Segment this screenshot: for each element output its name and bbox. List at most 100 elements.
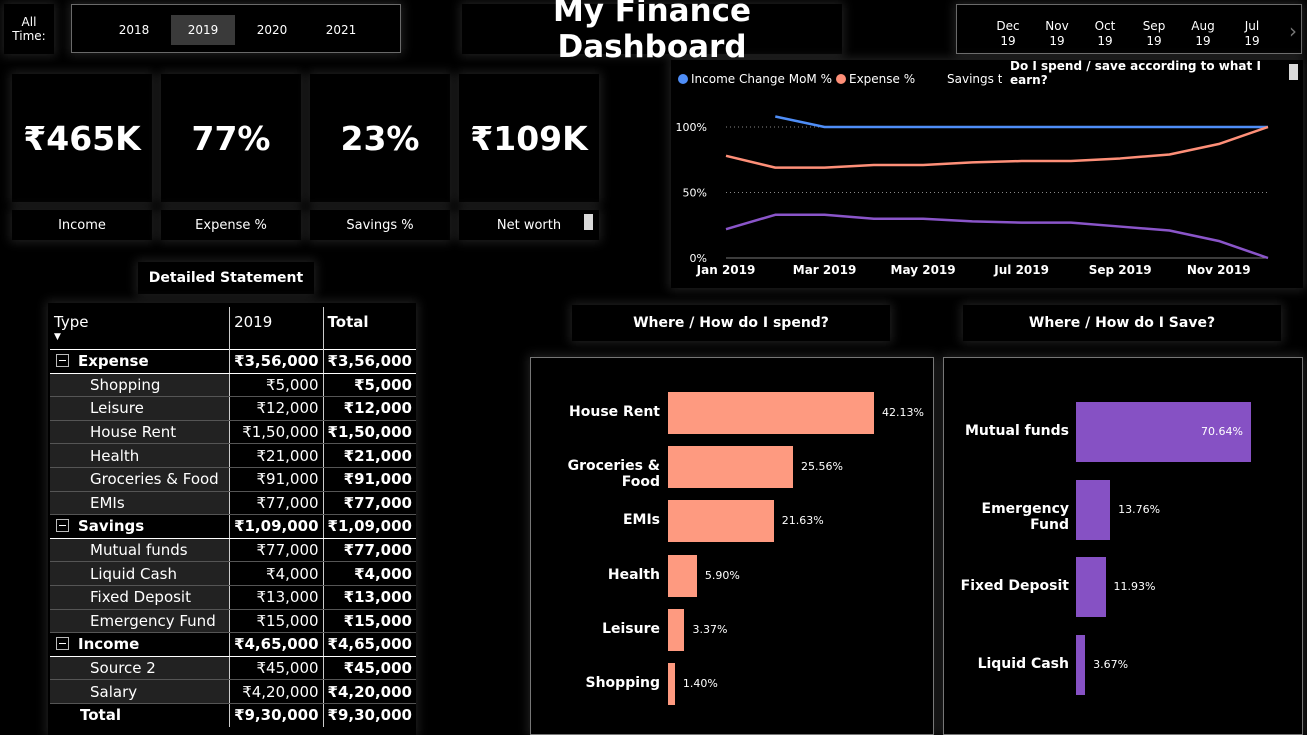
month-button[interactable]: Aug 19: [1183, 19, 1223, 49]
bar-category-label: Leisure: [602, 620, 660, 637]
month-button[interactable]: Dec 19: [988, 19, 1028, 49]
x-tick-label: May 2019: [891, 263, 956, 277]
kpi-label-text: Expense %: [195, 217, 267, 233]
group-row[interactable]: Savings ₹1,09,000 ₹1,09,000: [50, 514, 416, 539]
row-label: Fixed Deposit: [90, 588, 191, 607]
header-label: Total: [327, 313, 369, 331]
row-label: Total: [80, 706, 121, 725]
table-row[interactable]: Groceries & Food ₹91,000 ₹91,000: [50, 467, 416, 492]
bar-value-label: 1.40%: [682, 677, 718, 690]
bar[interactable]: [668, 446, 793, 489]
bar[interactable]: [668, 663, 675, 705]
bar[interactable]: [668, 608, 685, 651]
month-year: 19: [1097, 34, 1113, 48]
cell-2019: ₹13,000: [229, 585, 324, 610]
year-button-2020[interactable]: 2020: [240, 15, 304, 45]
year-button-2019[interactable]: 2019: [171, 15, 235, 45]
bar-value-label: 11.93%: [1113, 580, 1156, 594]
table-row[interactable]: Health ₹21,000 ₹21,000: [50, 443, 416, 468]
save-bar-chart: Mutual funds 70.64% Emergency Fund 13.76% Fi…: [943, 357, 1303, 735]
kpi-value: ₹465K: [23, 118, 141, 158]
year-label: 2018: [118, 23, 150, 37]
bar[interactable]: [1076, 557, 1106, 618]
bar[interactable]: [668, 392, 874, 434]
row-type-cell: Mutual funds: [50, 538, 230, 563]
table-row[interactable]: Leisure ₹12,000 ₹12,000: [50, 396, 416, 421]
cell-total: ₹9,30,000: [323, 702, 416, 727]
cell-2019: ₹4,65,000: [229, 632, 324, 657]
total-row[interactable]: Total ₹9,30,000 ₹9,30,000: [50, 702, 416, 727]
kpi-value: 77%: [191, 118, 271, 158]
cell-total: ₹21,000: [323, 443, 416, 468]
cell-total: ₹77,000: [323, 491, 416, 516]
month-button[interactable]: Sep 19: [1134, 19, 1174, 49]
column-header-2019[interactable]: 2019: [229, 307, 324, 350]
row-label: Income: [78, 635, 140, 654]
row-type-cell: House Rent: [50, 420, 230, 445]
bar-category-label: Mutual funds: [964, 423, 1069, 439]
bar[interactable]: [668, 554, 697, 597]
statement-title-text: Detailed Statement: [148, 270, 304, 286]
year-button-2021[interactable]: 2021: [309, 15, 373, 45]
month-button[interactable]: Oct 19: [1085, 19, 1125, 49]
x-tick-label: Jan 2019: [696, 263, 756, 277]
scrollbar-thumb[interactable]: [1289, 64, 1298, 80]
table-row[interactable]: Liquid Cash ₹4,000 ₹4,000: [50, 561, 416, 586]
row-type-cell: Savings: [50, 514, 230, 539]
table-row[interactable]: Emergency Fund ₹15,000 ₹15,000: [50, 609, 416, 634]
year-label: 2021: [325, 23, 357, 37]
cell-2019: ₹5,000: [229, 373, 324, 398]
bar[interactable]: [1076, 479, 1111, 540]
collapse-icon[interactable]: [56, 354, 69, 368]
group-row[interactable]: Income ₹4,65,000 ₹4,65,000: [50, 632, 416, 657]
kpi-expense-label: Expense %: [161, 210, 301, 240]
table-row[interactable]: Source 2 ₹45,000 ₹45,000: [50, 656, 416, 681]
month-button[interactable]: Jul 19: [1232, 19, 1272, 49]
cell-2019: ₹4,000: [229, 561, 324, 586]
bar-value-label: 70.64%: [1201, 425, 1243, 438]
kpi-label-text: Net worth: [496, 217, 562, 233]
cell-total: ₹12,000: [323, 396, 416, 421]
table-row[interactable]: House Rent ₹1,50,000 ₹1,50,000: [50, 420, 416, 445]
bar-category-label: House Rent: [569, 404, 660, 420]
table-row[interactable]: Salary ₹4,20,000 ₹4,20,000: [50, 679, 416, 704]
month-year: 19: [1195, 34, 1211, 48]
dashboard-title-text: My Finance Dashboard: [552, 0, 752, 65]
table-row[interactable]: Mutual funds ₹77,000 ₹77,000: [50, 538, 416, 563]
row-type-cell: Shopping: [50, 373, 230, 398]
cell-total: ₹1,09,000: [323, 514, 416, 539]
table-row[interactable]: Fixed Deposit ₹13,000 ₹13,000: [50, 585, 416, 610]
series-line: [775, 115, 1268, 129]
month-button[interactable]: Nov 19: [1037, 19, 1077, 49]
collapse-icon[interactable]: [56, 519, 69, 533]
sort-down-icon[interactable]: ▼: [54, 332, 61, 342]
y-tick-label: 100%: [676, 121, 707, 134]
row-type-cell: Income: [50, 632, 230, 657]
group-row[interactable]: Expense ₹3,56,000 ₹3,56,000: [50, 349, 416, 374]
column-header-type[interactable]: Type ▼: [50, 307, 230, 350]
collapse-icon[interactable]: [56, 637, 69, 651]
row-type-cell: Source 2: [50, 656, 230, 681]
bar[interactable]: [668, 500, 774, 543]
spend-bar-chart: House Rent 42.13% Groceries & Food 25.56% EM…: [530, 357, 934, 735]
x-tick-label: Nov 2019: [1187, 263, 1251, 277]
bar-value-label: 5.90%: [704, 568, 740, 582]
month-slicer: Dec 19 Nov 19 Oct 19 Sep 19 Aug 19 Jul 19 ›: [956, 4, 1302, 54]
cell-total: ₹4,65,000: [323, 632, 416, 657]
table-row[interactable]: EMIs ₹77,000 ₹77,000: [50, 491, 416, 516]
year-slicer: 2018 2019 2020 2021: [71, 4, 401, 53]
year-button-2018[interactable]: 2018: [102, 15, 166, 45]
scrollbar-thumb[interactable]: [584, 214, 593, 230]
legend-marker: [836, 74, 846, 84]
spend-section-title: Where / How do I spend?: [572, 305, 890, 341]
bar[interactable]: [1076, 635, 1086, 696]
month-year: 19: [1244, 34, 1260, 48]
column-header-total[interactable]: Total: [323, 307, 416, 350]
row-label: Emergency Fund: [90, 611, 216, 630]
table-row[interactable]: Shopping ₹5,000 ₹5,000: [50, 373, 416, 398]
chevron-right-icon[interactable]: ›: [1289, 19, 1297, 43]
row-type-cell: Emergency Fund: [50, 609, 230, 634]
statement-matrix: Type ▼ 2019 Total Expense ₹3,56,000 ₹3,56,…: [48, 303, 416, 735]
row-label: Mutual funds: [90, 541, 188, 560]
row-type-cell: Expense: [50, 349, 230, 374]
